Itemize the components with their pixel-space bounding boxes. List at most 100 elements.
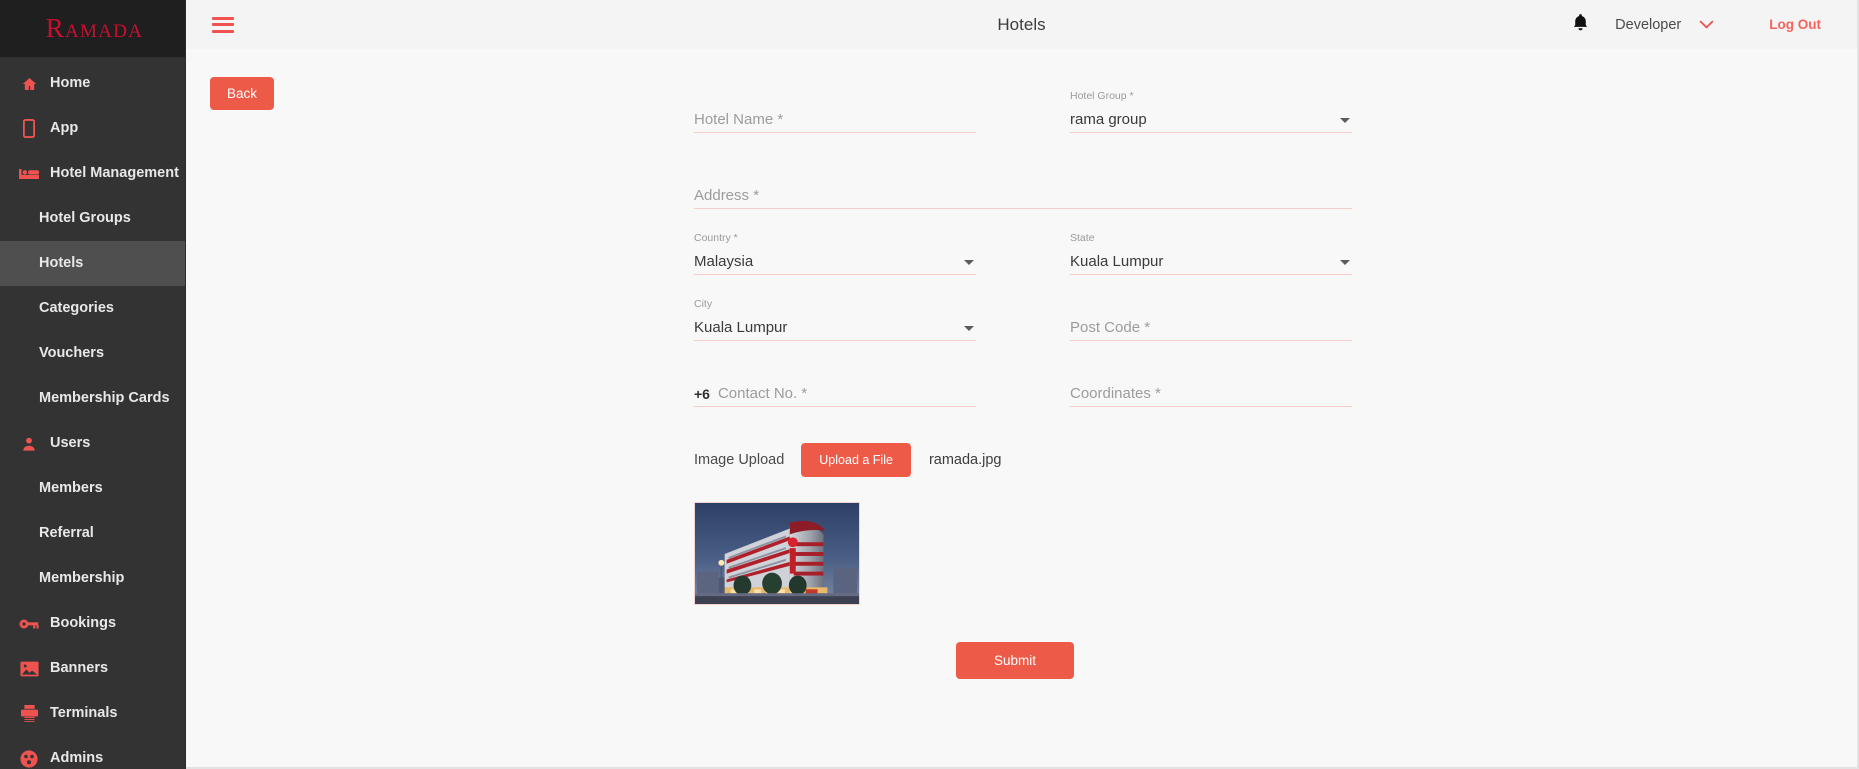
sidebar-item-label: Admins xyxy=(50,750,104,767)
hamburger-bar xyxy=(212,23,234,26)
contact-no-label-spacer xyxy=(694,363,976,377)
post-code-input[interactable]: Post Code * xyxy=(1070,311,1352,341)
form-row-3: Country * Malaysia State Kuala Lumpur xyxy=(694,231,1366,275)
sidebar-item-home[interactable]: Home xyxy=(0,61,185,106)
home-icon xyxy=(18,74,40,94)
sidebar-item-hotels[interactable]: Hotels xyxy=(0,241,185,286)
city-label: City xyxy=(694,298,713,310)
hamburger-icon[interactable] xyxy=(212,16,234,33)
sidebar-item-label: Hotel Groups xyxy=(39,210,131,227)
country-label: Country * xyxy=(694,232,738,244)
sidebar-item-users[interactable]: Users xyxy=(0,421,185,466)
sidebar-item-membership-cards[interactable]: Membership Cards xyxy=(0,376,185,421)
hotel-group-field[interactable]: Hotel Group * rama group xyxy=(1070,89,1352,133)
sidebar-item-label: Users xyxy=(50,435,91,452)
sidebar-item-vouchers[interactable]: Vouchers xyxy=(0,331,185,376)
city-value: Kuala Lumpur xyxy=(694,319,788,336)
sidebar-item-label: Bookings xyxy=(50,615,117,632)
image-preview xyxy=(694,502,860,605)
coordinates-field[interactable]: Coordinates * xyxy=(1070,363,1352,407)
post-code-placeholder: Post Code * xyxy=(1070,319,1151,336)
sidebar-item-banners[interactable]: Banners xyxy=(0,646,185,691)
row-gap xyxy=(694,209,1366,231)
state-value: Kuala Lumpur xyxy=(1070,253,1164,270)
contact-no-input[interactable]: +6 Contact No. * xyxy=(694,377,976,407)
hotel-name-label-spacer xyxy=(694,89,976,103)
bell-icon[interactable] xyxy=(1572,13,1589,37)
coordinates-input[interactable]: Coordinates * xyxy=(1070,377,1352,407)
address-field[interactable]: Address * xyxy=(694,165,1352,209)
user-name: Developer xyxy=(1615,16,1682,33)
sidebar-item-referral[interactable]: Referral xyxy=(0,511,185,556)
row-gap xyxy=(694,133,1366,165)
hotel-name-input[interactable]: Hotel Name * xyxy=(694,103,976,133)
hotel-group-value: rama group xyxy=(1070,111,1147,128)
country-value: Malaysia xyxy=(694,253,754,270)
sidebar-item-terminals[interactable]: Terminals xyxy=(0,691,185,736)
hamburger-bar xyxy=(212,29,234,33)
brand-logo[interactable]: Ramada xyxy=(0,0,185,57)
sidebar-item-label: Terminals xyxy=(50,705,118,722)
user-icon xyxy=(18,434,40,454)
topbar-right-group: Developer Log Out xyxy=(1572,13,1857,37)
address-label-spacer xyxy=(694,165,1352,179)
form-row-5: +6 Contact No. * Coordinates * xyxy=(694,363,1366,407)
sidebar-item-hotel-management[interactable]: Hotel Management xyxy=(0,151,185,196)
coordinates-label-spacer xyxy=(1070,363,1352,377)
submit-button[interactable]: Submit xyxy=(956,642,1075,679)
hotel-form: Hotel Name * Hotel Group * rama group Ad… xyxy=(694,89,1366,679)
sidebar-item-label: Categories xyxy=(39,300,114,317)
sidebar-item-label: Membership xyxy=(39,570,125,587)
sidebar-item-label: Home xyxy=(50,75,91,92)
sidebar-item-members[interactable]: Members xyxy=(0,466,185,511)
dropdown-arrow-icon[interactable] xyxy=(1340,260,1350,265)
admins-icon xyxy=(18,749,40,769)
sidebar-item-admins[interactable]: Admins xyxy=(0,736,185,769)
hotel-name-placeholder: Hotel Name * xyxy=(694,111,784,128)
country-select[interactable]: Malaysia xyxy=(694,245,976,275)
state-field[interactable]: State Kuala Lumpur xyxy=(1070,231,1352,275)
sidebar-item-label: Vouchers xyxy=(39,345,105,362)
contact-no-field[interactable]: +6 Contact No. * xyxy=(694,363,976,407)
upload-a-file-button[interactable]: Upload a File xyxy=(801,443,911,477)
post-code-field[interactable]: Post Code * xyxy=(1070,297,1352,341)
sidebar-item-bookings[interactable]: Bookings xyxy=(0,601,185,646)
submit-row: Submit xyxy=(956,642,1366,679)
phone-prefix: +6 xyxy=(694,386,710,402)
city-field[interactable]: City Kuala Lumpur xyxy=(694,297,976,341)
state-select[interactable]: Kuala Lumpur xyxy=(1070,245,1352,275)
contact-no-placeholder: Contact No. * xyxy=(717,385,808,402)
state-label: State xyxy=(1070,232,1095,244)
dropdown-arrow-icon[interactable] xyxy=(964,260,974,265)
form-row-4: City Kuala Lumpur Post Code * xyxy=(694,297,1366,341)
form-row-2: Address * xyxy=(694,165,1366,209)
hotel-group-label: Hotel Group * xyxy=(1070,90,1134,102)
dropdown-arrow-icon[interactable] xyxy=(964,326,974,331)
row-gap xyxy=(694,341,1366,363)
logout-button[interactable]: Log Out xyxy=(1769,17,1821,32)
back-button[interactable]: Back xyxy=(210,77,275,110)
sidebar-item-label: Membership Cards xyxy=(39,390,170,407)
sidebar-item-hotel-groups[interactable]: Hotel Groups xyxy=(0,196,185,241)
sidebar-item-label: Hotel Management xyxy=(50,165,179,182)
bed-icon xyxy=(18,164,40,184)
app-root: Ramada Home App Hotel Management Hotel G… xyxy=(0,0,1859,769)
hotel-name-field[interactable]: Hotel Name * xyxy=(694,89,976,133)
image-icon xyxy=(18,659,40,679)
uploaded-file-name: ramada.jpg xyxy=(928,452,1002,468)
sidebar-item-membership[interactable]: Membership xyxy=(0,556,185,601)
chevron-down-icon[interactable] xyxy=(1699,16,1714,34)
sidebar-item-app[interactable]: App xyxy=(0,106,185,151)
hotel-group-select[interactable]: rama group xyxy=(1070,103,1352,133)
hotel-building-photo xyxy=(695,503,859,604)
address-input[interactable]: Address * xyxy=(694,179,1352,209)
image-upload-label: Image Upload xyxy=(694,452,785,468)
dropdown-arrow-icon[interactable] xyxy=(1340,118,1350,123)
sidebar-item-categories[interactable]: Categories xyxy=(0,286,185,331)
sidebar-item-label: Referral xyxy=(39,525,94,542)
brand-logo-text: Ramada xyxy=(45,13,144,43)
main-area: Hotels Developer Log Out Back Hotel Name… xyxy=(186,0,1859,769)
topbar: Hotels Developer Log Out xyxy=(186,0,1857,49)
city-select[interactable]: Kuala Lumpur xyxy=(694,311,976,341)
country-field[interactable]: Country * Malaysia xyxy=(694,231,976,275)
